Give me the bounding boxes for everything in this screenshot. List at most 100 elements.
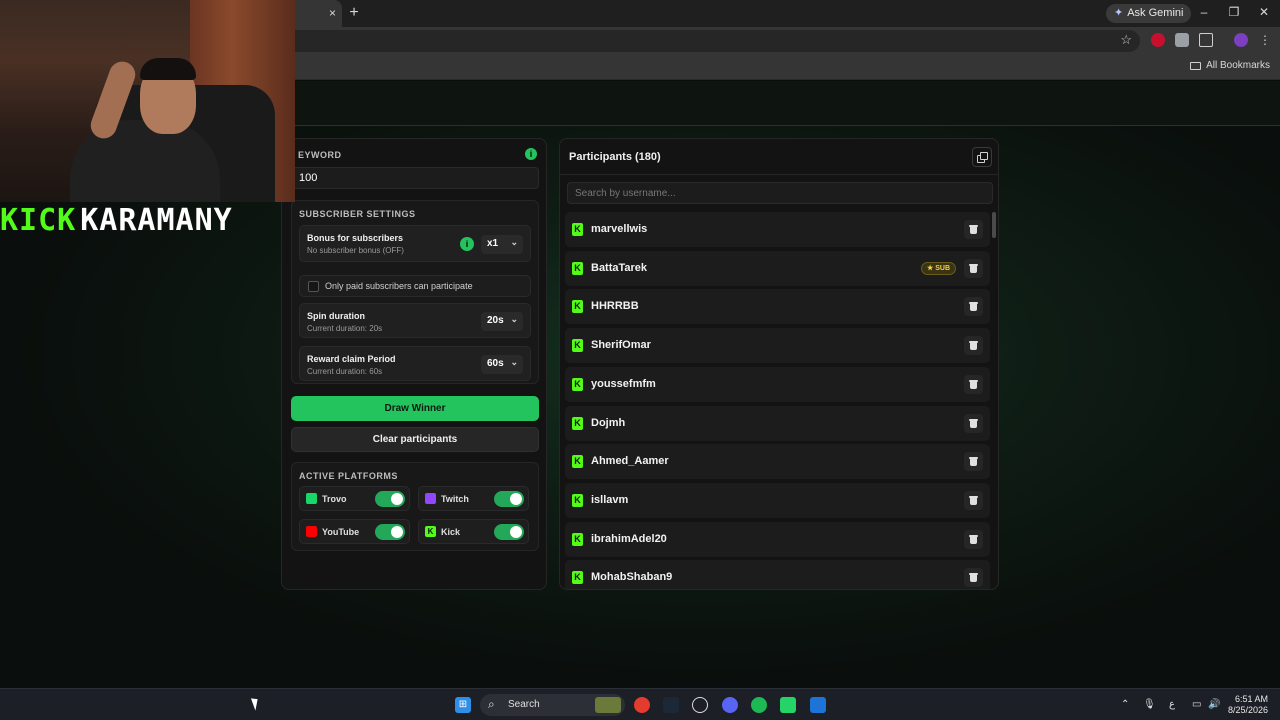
- trash-icon[interactable]: [964, 374, 983, 394]
- copy-icon[interactable]: [972, 147, 992, 167]
- participant-name: Ahmed_Aamer: [591, 455, 669, 468]
- shield-icon[interactable]: [1175, 33, 1189, 47]
- browser-tab[interactable]: ×: [295, 0, 342, 27]
- participant-name: isllavm: [591, 493, 629, 506]
- trash-icon[interactable]: [964, 297, 983, 317]
- participant-search-input[interactable]: [567, 182, 993, 204]
- only-paid-checkbox[interactable]: [308, 281, 319, 292]
- trash-icon[interactable]: [964, 220, 983, 239]
- trash-icon[interactable]: [964, 529, 983, 549]
- bonus-multiplier-value: x1: [487, 238, 499, 249]
- extension-icon[interactable]: [1151, 33, 1165, 47]
- trash-icon[interactable]: [964, 568, 983, 588]
- ask-gemini-button[interactable]: ✦ Ask Gemini: [1106, 4, 1192, 23]
- all-bookmarks-button[interactable]: All Bookmarks: [1190, 60, 1270, 71]
- reward-claim-value: 60s: [487, 358, 504, 369]
- active-platforms-section: ACTIVE PLATFORMS Trovo Twitch YouTube K …: [291, 462, 539, 551]
- extensions-puzzle-icon[interactable]: [1199, 33, 1213, 47]
- taskbar-clock[interactable]: 6:51 AM 8/25/2026: [1228, 694, 1268, 716]
- bonus-for-subscribers-row: Bonus for subscribers No subscriber bonu…: [299, 225, 531, 262]
- webcam-overlay: [0, 0, 295, 202]
- address-bar[interactable]: ☆: [295, 30, 1140, 52]
- windows-taskbar: ⊞ ⌕ Search ⌃ 🎙 ع ▭ 🔊 6:51 AM 8/25/2026: [0, 688, 1280, 720]
- trovo-toggle[interactable]: [375, 491, 405, 507]
- draw-winner-button[interactable]: Draw Winner: [291, 396, 539, 421]
- spotify-icon[interactable]: [751, 697, 767, 713]
- logo-part-1: KICK: [0, 202, 77, 238]
- reward-claim-row: Reward claim Period Current duration: 60…: [299, 346, 531, 381]
- clear-participants-button[interactable]: Clear participants: [291, 427, 539, 452]
- only-paid-subscribers-row[interactable]: Only paid subscribers can participate: [299, 275, 531, 297]
- tray-chevron-up-icon[interactable]: ⌃: [1121, 699, 1129, 710]
- participant-row[interactable]: K SherifOmar: [565, 328, 990, 364]
- participant-row[interactable]: KibrahimAdel20: [565, 521, 990, 557]
- bonus-info-icon[interactable]: i: [460, 237, 474, 251]
- participant-name: ibrahimAdel20: [591, 532, 667, 545]
- participant-row[interactable]: K BattaTarek ★ SUB: [565, 250, 990, 286]
- participant-row[interactable]: K Ahmed_Aamer: [565, 444, 990, 480]
- bonus-multiplier-dropdown[interactable]: x1 ⌄: [481, 235, 523, 254]
- bookmark-star-icon[interactable]: ☆: [1120, 32, 1132, 48]
- kick-icon: K: [572, 300, 583, 314]
- taskbar-search[interactable]: ⌕ Search: [480, 694, 625, 716]
- scrollbar-thumb[interactable]: [992, 212, 996, 238]
- new-tab-icon[interactable]: +: [346, 4, 362, 22]
- all-bookmarks-label: All Bookmarks: [1206, 60, 1270, 71]
- keyword-input[interactable]: 100: [291, 167, 539, 189]
- subscriber-settings-title: SUBSCRIBER SETTINGS: [299, 209, 416, 219]
- mail-icon[interactable]: [810, 697, 826, 713]
- chevron-down-icon: ⌄: [510, 314, 518, 324]
- window-close-icon[interactable]: ✕: [1256, 5, 1272, 19]
- volume-icon[interactable]: 🔊: [1208, 699, 1220, 710]
- chevron-down-icon: ⌄: [510, 357, 518, 367]
- participant-row[interactable]: K HHRRBB: [565, 289, 990, 325]
- network-icon[interactable]: ▭: [1192, 699, 1201, 710]
- trash-icon[interactable]: [964, 336, 983, 356]
- kick-icon: K: [572, 377, 583, 391]
- participant-row[interactable]: Kmarvellwis: [565, 212, 990, 247]
- trash-icon[interactable]: [964, 490, 983, 510]
- chrome-icon[interactable]: [634, 697, 650, 713]
- discord-icon[interactable]: [722, 697, 738, 713]
- participant-name: MohabShaban9: [591, 571, 673, 584]
- giveaway-settings-panel: EYWORD i 100 SUBSCRIBER SETTINGS Bonus f…: [281, 138, 547, 590]
- spin-duration-dropdown[interactable]: 20s ⌄: [481, 312, 523, 331]
- twitch-toggle[interactable]: [494, 491, 524, 507]
- participants-list: Kmarvellwis K BattaTarek ★ SUB K HHRRBB K Sheri…: [565, 212, 990, 589]
- whatsapp-icon[interactable]: [780, 697, 796, 713]
- participant-row[interactable]: K MohabShaban9: [565, 560, 990, 589]
- steam-icon[interactable]: [663, 697, 679, 713]
- platform-label: Kick: [441, 527, 461, 537]
- trash-icon[interactable]: [964, 452, 983, 472]
- profile-avatar[interactable]: [1234, 33, 1248, 47]
- clock-time: 6:51 AM: [1234, 694, 1268, 704]
- participants-scrollbar[interactable]: [992, 212, 996, 589]
- participant-row[interactable]: K Dojmh: [565, 405, 990, 441]
- kick-toggle[interactable]: [494, 524, 524, 540]
- sub-badge-label: SUB: [935, 264, 950, 272]
- windows-start-icon[interactable]: ⊞: [455, 697, 471, 713]
- language-indicator[interactable]: ع: [1169, 699, 1175, 710]
- microphone-icon[interactable]: 🎙: [1143, 699, 1156, 710]
- spin-duration-value: 20s: [487, 315, 504, 326]
- folder-icon: [1190, 61, 1202, 70]
- participant-row[interactable]: Kisllavm: [565, 482, 990, 518]
- trash-icon[interactable]: [964, 413, 983, 433]
- trash-icon[interactable]: [964, 258, 983, 278]
- youtube-toggle[interactable]: [375, 524, 405, 540]
- kick-icon: K: [572, 416, 583, 430]
- participant-name: SherifOmar: [591, 339, 651, 352]
- search-widget-icon: [595, 697, 621, 713]
- participants-title: Participants (180): [569, 151, 661, 163]
- close-tab-icon[interactable]: ×: [329, 6, 336, 20]
- participant-name: youssefmfm: [591, 377, 656, 390]
- youtube-icon: [306, 526, 317, 537]
- minimize-icon[interactable]: –: [1196, 5, 1212, 19]
- reward-claim-dropdown[interactable]: 60s ⌄: [481, 355, 523, 374]
- participants-panel: Participants (180) KmarvellwisKBattaTare…: [559, 138, 999, 590]
- more-menu-icon[interactable]: ⋮: [1258, 33, 1272, 47]
- obs-icon[interactable]: [692, 697, 708, 713]
- participant-row[interactable]: Kyoussefmfm: [565, 366, 990, 402]
- restore-icon[interactable]: ❐: [1226, 5, 1242, 19]
- keyword-info-icon[interactable]: i: [525, 148, 537, 160]
